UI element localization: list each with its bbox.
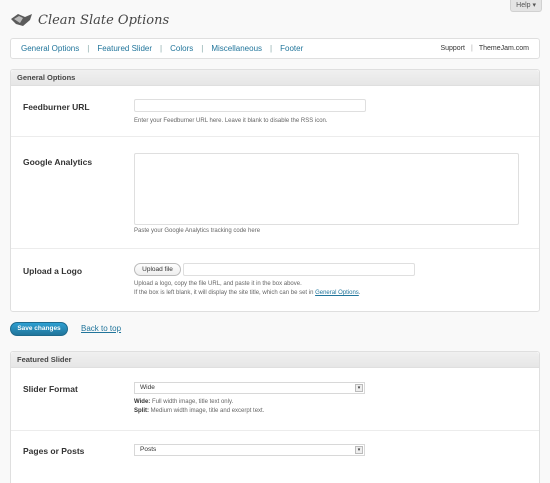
page-title: Clean Slate Options: [38, 12, 170, 28]
analytics-row: Google Analytics Paste your Google Analy…: [11, 136, 539, 249]
help-tab[interactable]: Help ▾: [510, 0, 542, 12]
nav-right-separator: |: [470, 45, 473, 52]
logo-url-input[interactable]: [183, 263, 415, 276]
nav-separator: |: [160, 44, 163, 53]
chevron-down-icon: ▾: [355, 384, 363, 392]
back-to-top-link[interactable]: Back to top: [81, 324, 121, 333]
general-options-panel: General Options Feedburner URL Enter you…: [10, 69, 540, 312]
save-changes-button[interactable]: Save changes: [10, 322, 68, 336]
pages-or-posts-label: Pages or Posts: [23, 446, 85, 456]
slider-format-row: Slider Format Wide ▾ Wide: Full width im…: [11, 369, 539, 431]
panel-heading: Featured Slider: [11, 352, 539, 368]
nav-general-options[interactable]: General Options: [21, 44, 79, 53]
logo-help-text: Upload a logo, copy the file URL, and pa…: [134, 281, 361, 296]
panel-heading: General Options: [11, 70, 539, 86]
upload-file-button[interactable]: Upload file: [134, 263, 181, 276]
page-header: Clean Slate Options: [10, 11, 169, 29]
general-options-link[interactable]: General Options: [315, 290, 359, 296]
nav-separator: |: [270, 44, 273, 53]
slider-format-select[interactable]: Wide ▾: [134, 382, 365, 394]
logo-label: Upload a Logo: [23, 266, 83, 276]
nav-miscellaneous[interactable]: Miscellaneous: [211, 44, 262, 53]
theme-logo-icon: [11, 14, 32, 26]
options-nav: General Options | Featured Slider | Colo…: [10, 38, 540, 59]
featured-slider-panel: Featured Slider Slider Format Wide ▾ Wid…: [10, 351, 540, 483]
slider-format-label: Slider Format: [23, 384, 78, 394]
feedburner-label: Feedburner URL: [23, 102, 90, 112]
themejam-link[interactable]: ThemeJam.com: [479, 45, 529, 52]
nav-footer[interactable]: Footer: [280, 44, 303, 53]
logo-row: Upload a Logo Upload file Upload a logo,…: [11, 248, 539, 312]
nav-separator: |: [201, 44, 204, 53]
analytics-label: Google Analytics: [23, 157, 93, 167]
google-analytics-textarea[interactable]: [134, 153, 519, 225]
analytics-help-text: Paste your Google Analytics tracking cod…: [134, 228, 261, 234]
slider-format-help-text: Wide: Full width image, title text only.…: [134, 399, 265, 414]
pages-or-posts-row: Pages or Posts Posts ▾: [11, 430, 539, 476]
nav-separator: |: [87, 44, 90, 53]
pages-or-posts-select[interactable]: Posts ▾: [134, 444, 365, 456]
support-link[interactable]: Support: [440, 45, 465, 52]
nav-featured-slider[interactable]: Featured Slider: [97, 44, 152, 53]
chevron-down-icon: ▾: [355, 446, 363, 454]
feedburner-help-text: Enter your Feedburner URL here. Leave it…: [134, 118, 328, 124]
feedburner-url-input[interactable]: [134, 99, 366, 112]
nav-colors[interactable]: Colors: [170, 44, 193, 53]
